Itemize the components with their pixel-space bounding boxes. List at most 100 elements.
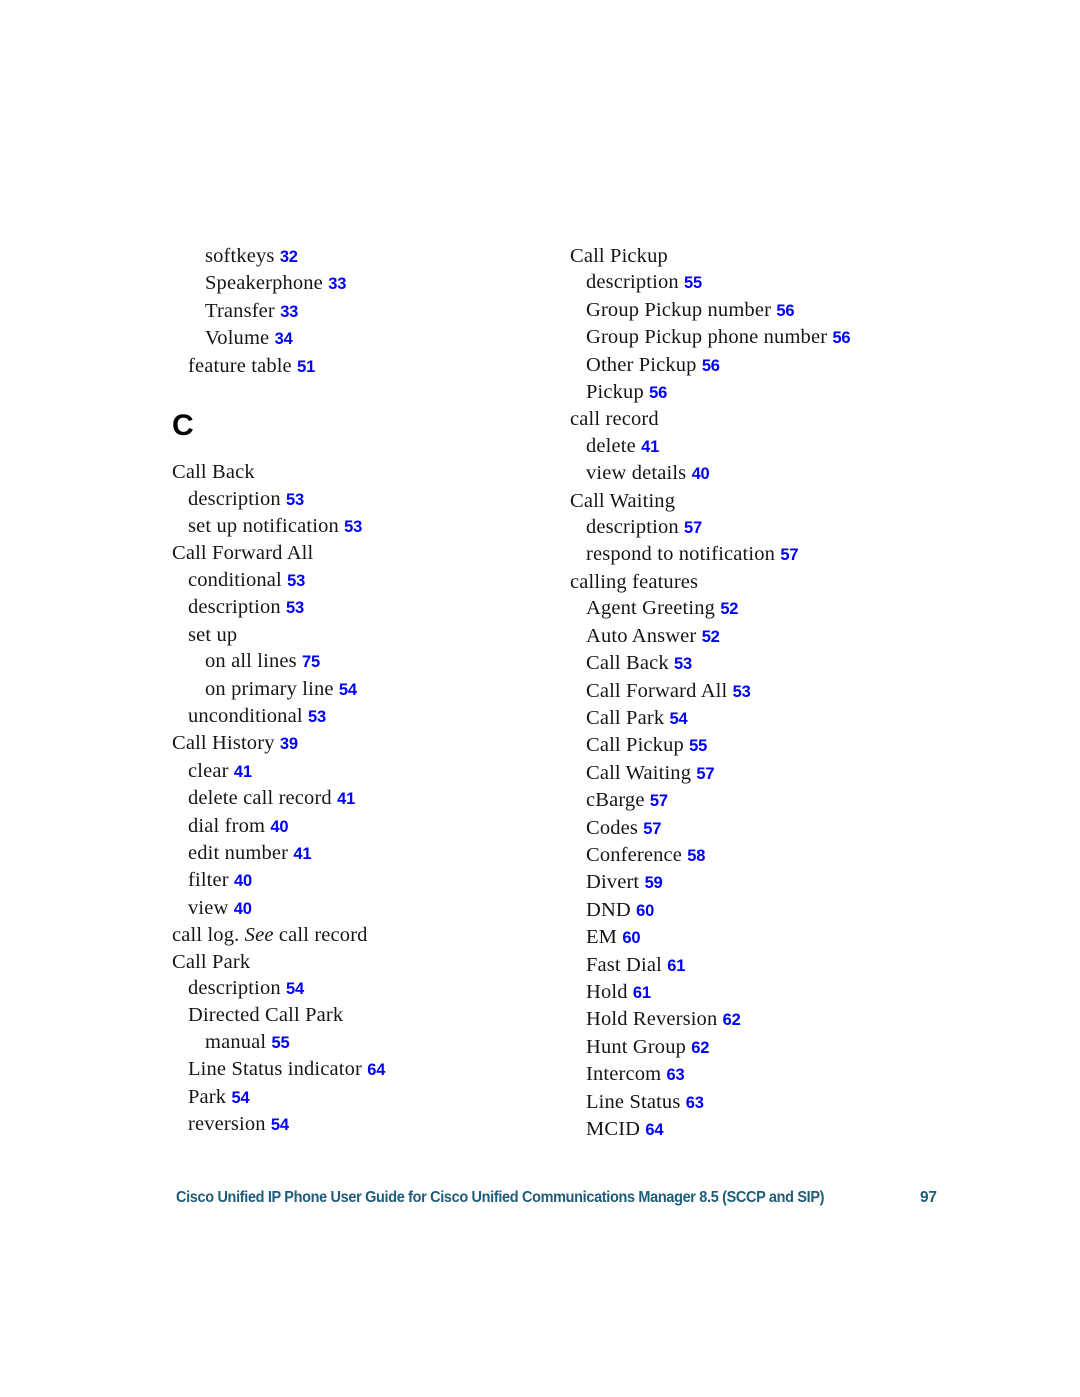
index-entry-link[interactable]: respond to notification 57 (570, 541, 970, 568)
index-entry-link[interactable]: Call Back 53 (570, 650, 970, 677)
index-page-number[interactable]: 62 (723, 1011, 741, 1029)
index-page-number[interactable]: 54 (231, 1089, 249, 1107)
index-page-number[interactable]: 53 (308, 708, 326, 726)
index-page-number[interactable]: 32 (280, 248, 298, 266)
index-page-number[interactable]: 53 (286, 599, 304, 617)
index-entry-link[interactable]: description 53 (172, 594, 572, 621)
index-page-number[interactable]: 56 (776, 302, 794, 320)
index-page-number[interactable]: 52 (720, 600, 738, 618)
index-page-number[interactable]: 63 (686, 1094, 704, 1112)
index-entry-link[interactable]: view details 40 (570, 460, 970, 487)
index-entry-link[interactable]: Park 54 (172, 1084, 572, 1111)
index-page-number[interactable]: 54 (271, 1116, 289, 1134)
index-entry-link[interactable]: softkeys 32 (172, 243, 572, 270)
index-page-number[interactable]: 53 (733, 683, 751, 701)
index-entry-link[interactable]: Intercom 63 (570, 1061, 970, 1088)
index-page-number[interactable]: 57 (650, 792, 668, 810)
index-entry-link[interactable]: Call Park 54 (570, 705, 970, 732)
index-page-number[interactable]: 64 (645, 1121, 663, 1139)
index-entry-link[interactable]: Agent Greeting 52 (570, 595, 970, 622)
index-entry-link[interactable]: conditional 53 (172, 567, 572, 594)
index-page-number[interactable]: 40 (692, 465, 710, 483)
index-entry-link[interactable]: view 40 (172, 895, 572, 922)
index-entry-link[interactable]: Other Pickup 56 (570, 352, 970, 379)
index-entry-link[interactable]: Auto Answer 52 (570, 623, 970, 650)
index-entry-link[interactable]: Call History 39 (172, 730, 572, 757)
index-page-number[interactable]: 41 (234, 763, 252, 781)
index-page-number[interactable]: 56 (832, 329, 850, 347)
index-page-number[interactable]: 56 (649, 384, 667, 402)
index-entry-link[interactable]: MCID 64 (570, 1116, 970, 1143)
index-entry-link[interactable]: unconditional 53 (172, 703, 572, 730)
index-entry-link[interactable]: Fast Dial 61 (570, 952, 970, 979)
index-entry-link[interactable]: on primary line 54 (172, 676, 572, 703)
index-entry-link[interactable]: Conference 58 (570, 842, 970, 869)
index-page-number[interactable]: 54 (339, 681, 357, 699)
index-page-number[interactable]: 75 (302, 653, 320, 671)
index-page-number[interactable]: 53 (286, 491, 304, 509)
index-entry-link[interactable]: reversion 54 (172, 1111, 572, 1138)
index-entry-link[interactable]: Line Status 63 (570, 1089, 970, 1116)
index-entry-link[interactable]: manual 55 (172, 1029, 572, 1056)
index-page-number[interactable]: 53 (674, 655, 692, 673)
index-entry-link[interactable]: Call Forward All 53 (570, 678, 970, 705)
index-page-number[interactable]: 39 (280, 735, 298, 753)
index-entry-link[interactable]: description 57 (570, 514, 970, 541)
index-entry-link[interactable]: Speakerphone 33 (172, 270, 572, 297)
index-page-number[interactable]: 52 (702, 628, 720, 646)
index-page-number[interactable]: 62 (691, 1039, 709, 1057)
index-entry-link[interactable]: delete 41 (570, 433, 970, 460)
index-entry-link[interactable]: description 54 (172, 975, 572, 1002)
index-page-number[interactable]: 55 (272, 1034, 290, 1052)
index-entry-link[interactable]: set up notification 53 (172, 513, 572, 540)
index-page-number[interactable]: 61 (667, 957, 685, 975)
index-page-number[interactable]: 57 (696, 765, 714, 783)
index-page-number[interactable]: 53 (287, 572, 305, 590)
index-entry-link[interactable]: Hold Reversion 62 (570, 1006, 970, 1033)
index-page-number[interactable]: 57 (780, 546, 798, 564)
index-page-number[interactable]: 55 (684, 274, 702, 292)
index-page-number[interactable]: 41 (641, 438, 659, 456)
index-page-number[interactable]: 59 (645, 874, 663, 892)
index-page-number[interactable]: 61 (633, 984, 651, 1002)
index-entry-link[interactable]: edit number 41 (172, 840, 572, 867)
index-entry-link[interactable]: Transfer 33 (172, 298, 572, 325)
index-entry-link[interactable]: Group Pickup number 56 (570, 297, 970, 324)
index-entry-link[interactable]: DND 60 (570, 897, 970, 924)
index-entry-link[interactable]: Call Waiting 57 (570, 760, 970, 787)
index-entry-link[interactable]: description 53 (172, 486, 572, 513)
index-entry-link[interactable]: cBarge 57 (570, 787, 970, 814)
index-page-number[interactable]: 63 (666, 1066, 684, 1084)
index-entry-link[interactable]: Hunt Group 62 (570, 1034, 970, 1061)
index-page-number[interactable]: 34 (275, 330, 293, 348)
index-page-number[interactable]: 60 (622, 929, 640, 947)
index-page-number[interactable]: 54 (286, 980, 304, 998)
index-page-number[interactable]: 57 (643, 820, 661, 838)
index-page-number[interactable]: 64 (367, 1061, 385, 1079)
index-entry-link[interactable]: Call Pickup 55 (570, 732, 970, 759)
index-entry-link[interactable]: Divert 59 (570, 869, 970, 896)
index-page-number[interactable]: 40 (234, 900, 252, 918)
index-entry-link[interactable]: feature table 51 (172, 353, 572, 380)
index-entry-link[interactable]: Pickup 56 (570, 379, 970, 406)
index-page-number[interactable]: 55 (689, 737, 707, 755)
index-page-number[interactable]: 40 (234, 872, 252, 890)
index-entry-link[interactable]: Hold 61 (570, 979, 970, 1006)
index-page-number[interactable]: 60 (636, 902, 654, 920)
index-entry-link[interactable]: Volume 34 (172, 325, 572, 352)
index-page-number[interactable]: 56 (702, 357, 720, 375)
index-entry-link[interactable]: Codes 57 (570, 815, 970, 842)
index-page-number[interactable]: 40 (270, 818, 288, 836)
index-entry-link[interactable]: on all lines 75 (172, 648, 572, 675)
index-page-number[interactable]: 33 (280, 303, 298, 321)
index-entry-link[interactable]: filter 40 (172, 867, 572, 894)
index-page-number[interactable]: 33 (328, 275, 346, 293)
index-page-number[interactable]: 53 (344, 518, 362, 536)
index-page-number[interactable]: 41 (293, 845, 311, 863)
index-page-number[interactable]: 54 (670, 710, 688, 728)
index-entry-link[interactable]: delete call record 41 (172, 785, 572, 812)
index-entry-link[interactable]: dial from 40 (172, 813, 572, 840)
index-page-number[interactable]: 57 (684, 519, 702, 537)
index-entry-link[interactable]: description 55 (570, 269, 970, 296)
index-entry-link[interactable]: clear 41 (172, 758, 572, 785)
